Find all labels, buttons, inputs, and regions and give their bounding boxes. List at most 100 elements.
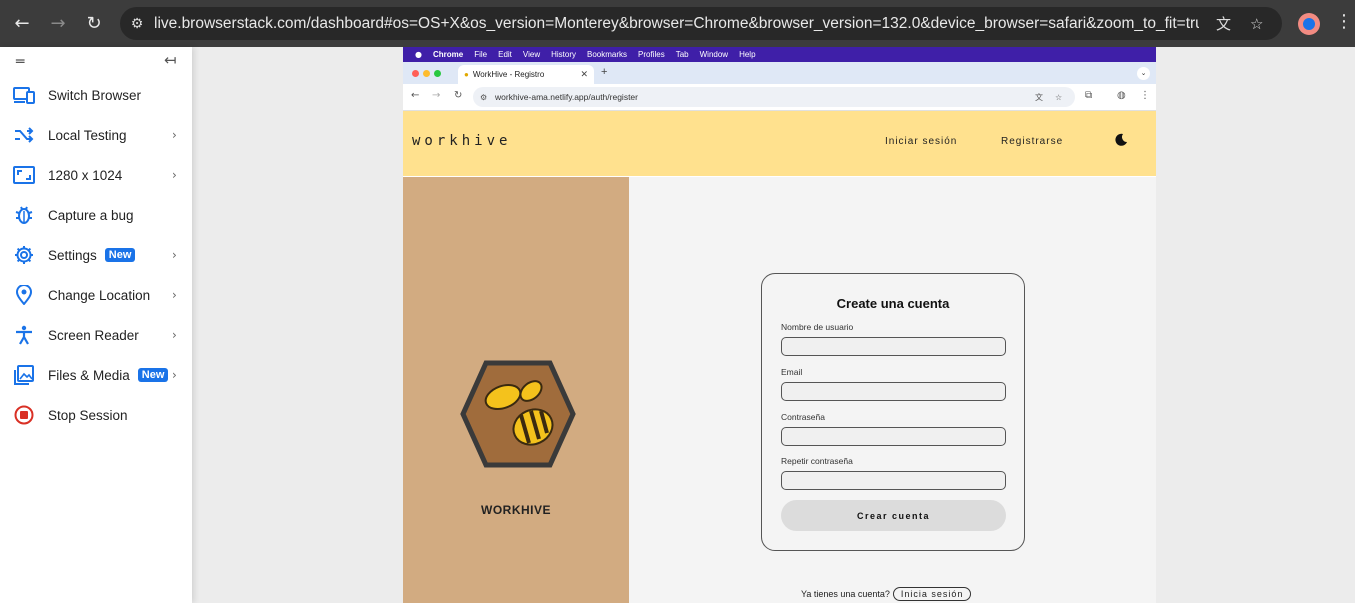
profile-icon[interactable]: ◍ — [1117, 90, 1126, 101]
sidebar-item-capture-bug[interactable]: Capture a bug — [0, 195, 192, 235]
tab-search-icon[interactable]: ⌄ — [1137, 67, 1150, 80]
chevron-right-icon: › — [172, 368, 177, 382]
sidebar-item-settings[interactable]: Settings New › — [0, 235, 192, 275]
bug-icon — [0, 205, 48, 225]
remote-screen[interactable]: ● Chrome File Edit View History Bookmark… — [403, 47, 1156, 603]
mac-menu-item[interactable]: Bookmarks — [587, 50, 627, 59]
reload-button[interactable]: ↻ — [76, 5, 112, 41]
minimize-window-button[interactable] — [423, 70, 430, 77]
sidebar-item-label: Screen Reader — [48, 327, 139, 343]
mac-menu-item[interactable]: History — [551, 50, 576, 59]
resolution-icon — [0, 166, 48, 184]
mac-menu-item[interactable]: View — [523, 50, 540, 59]
inner-tabstrip: ● WorkHive - Registro ✕ + ⌄ — [403, 62, 1156, 84]
location-pin-icon — [0, 285, 48, 305]
sidebar-item-label: Settings — [48, 247, 97, 263]
tab-title: WorkHive - Registro — [472, 70, 545, 79]
sidebar-item-resolution[interactable]: 1280 x 1024 › — [0, 155, 192, 195]
mac-menu-item[interactable]: Window — [700, 50, 728, 59]
inner-url[interactable]: workhive-ama.netlify.app/auth/register — [495, 92, 638, 102]
translate-icon[interactable]: 文 — [1216, 13, 1231, 34]
create-account-button[interactable]: Crear cuenta — [781, 500, 1006, 531]
sidebar-item-files-media[interactable]: Files & Media New › — [0, 355, 192, 395]
mac-menu-item[interactable]: Chrome — [433, 50, 463, 59]
inner-reload-button[interactable]: ↻ — [454, 90, 462, 101]
browserstack-sidebar: ═ ↤ Switch Browser Local Testing › 1280 … — [0, 47, 192, 603]
site-info-icon[interactable]: ⚙ — [480, 93, 487, 102]
extensions-icon[interactable]: ⧉ — [1085, 90, 1092, 101]
local-testing-icon — [0, 127, 48, 143]
nav-register-link[interactable]: Registrarse — [1001, 136, 1063, 147]
login-prompt: Ya tienes una cuenta? Inicia sesión — [801, 587, 972, 601]
site-logo[interactable]: workhive — [412, 133, 511, 149]
sidebar-item-change-location[interactable]: Change Location › — [0, 275, 192, 315]
mac-menu-item[interactable]: Tab — [676, 50, 689, 59]
inner-back-button[interactable]: ← — [411, 90, 419, 101]
tab-workhive[interactable]: ● WorkHive - Registro ✕ — [458, 65, 594, 84]
gear-icon — [0, 245, 48, 265]
new-tab-button[interactable]: + — [601, 66, 607, 78]
chrome-menu-icon[interactable]: ⋮ — [1335, 11, 1353, 32]
site-header: workhive Iniciar sesión Registrarse — [403, 111, 1156, 176]
address-bar[interactable]: ⚙ live.browserstack.com/dashboard#os=OS+… — [120, 7, 1282, 40]
mac-menu-bar: ● Chrome File Edit View History Bookmark… — [403, 47, 1156, 62]
address-url[interactable]: live.browserstack.com/dashboard#os=OS+X&… — [154, 15, 1199, 33]
sidebar-item-label: Stop Session — [48, 407, 128, 423]
inner-address-bar[interactable]: ⚙ workhive-ama.netlify.app/auth/register… — [473, 87, 1075, 107]
favicon-bee-icon: ● — [464, 70, 469, 79]
mac-menu-item[interactable]: Edit — [498, 50, 512, 59]
brand-name: WORKHIVE — [481, 503, 551, 517]
close-tab-icon[interactable]: ✕ — [580, 69, 588, 80]
chevron-right-icon: › — [172, 128, 177, 142]
dark-mode-moon-icon[interactable] — [1114, 133, 1128, 147]
new-badge: New — [104, 248, 136, 262]
inner-forward-button[interactable]: → — [432, 90, 440, 101]
mac-menu-item[interactable]: Help — [739, 50, 755, 59]
password-label: Contraseña — [781, 412, 825, 422]
site-settings-icon[interactable]: ⚙ — [120, 16, 154, 32]
translate-icon[interactable]: 文 — [1035, 92, 1043, 103]
chevron-right-icon: › — [172, 288, 177, 302]
close-window-button[interactable] — [412, 70, 419, 77]
collapse-sidebar-icon[interactable]: ↤ — [164, 51, 177, 69]
email-input[interactable] — [781, 382, 1006, 401]
sidebar-item-switch-browser[interactable]: Switch Browser — [0, 75, 192, 115]
profile-avatar[interactable] — [1298, 13, 1320, 35]
register-card: Create una cuenta Nombre de usuario Emai… — [761, 273, 1025, 551]
forward-button[interactable]: → — [40, 5, 76, 41]
sidebar-item-stop-session[interactable]: Stop Session — [0, 395, 192, 435]
chevron-right-icon: › — [172, 248, 177, 262]
back-button[interactable]: ← — [4, 5, 40, 41]
new-badge: New — [137, 368, 169, 382]
apple-icon[interactable]: ● — [415, 50, 422, 59]
form-title: Create una cuenta — [836, 296, 950, 311]
browser-toolbar: ← → ↻ ⚙ live.browserstack.com/dashboard#… — [0, 0, 1355, 47]
username-input[interactable] — [781, 337, 1006, 356]
nav-login-link[interactable]: Iniciar sesión — [885, 136, 957, 147]
sidebar-item-screen-reader[interactable]: Screen Reader › — [0, 315, 192, 355]
sidebar-item-local-testing[interactable]: Local Testing › — [0, 115, 192, 155]
bookmark-star-icon[interactable]: ☆ — [1055, 93, 1062, 102]
username-label: Nombre de usuario — [781, 322, 854, 332]
chevron-right-icon: › — [172, 328, 177, 342]
password-input[interactable] — [781, 427, 1006, 446]
switch-browser-icon — [0, 86, 48, 104]
repeat-password-input[interactable] — [781, 471, 1006, 490]
mac-menu-item[interactable]: Profiles — [638, 50, 665, 59]
email-label: Email — [781, 367, 803, 377]
image-icon — [0, 365, 48, 385]
brand-panel: WORKHIVE — [403, 177, 629, 603]
accessibility-icon — [0, 325, 48, 345]
sidebar-item-label: Switch Browser — [48, 87, 142, 103]
hamburger-icon[interactable]: ═ — [16, 54, 24, 70]
stop-icon — [0, 405, 48, 425]
sidebar-item-label: 1280 x 1024 — [48, 167, 123, 183]
bookmark-star-icon[interactable]: ☆ — [1250, 15, 1263, 33]
inner-toolbar: ← → ↻ ⚙ workhive-ama.netlify.app/auth/re… — [403, 84, 1156, 111]
repeat-password-label: Repetir contraseña — [781, 456, 853, 466]
zoom-window-button[interactable] — [434, 70, 441, 77]
footer-login-button[interactable]: Inicia sesión — [892, 587, 972, 601]
form-panel: Create una cuenta Nombre de usuario Emai… — [629, 177, 1156, 603]
mac-menu-item[interactable]: File — [474, 50, 487, 59]
inner-menu-icon[interactable]: ⋮ — [1140, 90, 1150, 101]
